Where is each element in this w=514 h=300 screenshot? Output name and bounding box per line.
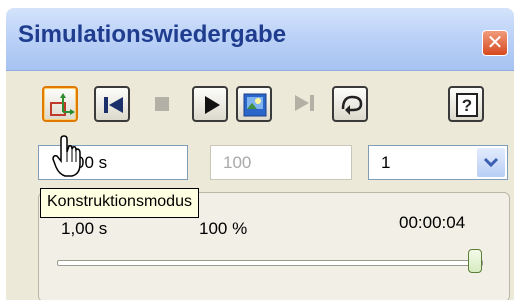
speed-select-value: 1 (381, 153, 391, 172)
play-icon (205, 96, 220, 114)
tooltip: Konstruktionsmodus (40, 188, 199, 218)
simulation-playback-window: Simulationswiedergabe ✕ ? 00 s 100 1 1,0… (6, 8, 514, 300)
timeline-track[interactable] (57, 260, 483, 266)
skip-back-icon (104, 97, 123, 113)
steps-field-value: 100 (223, 153, 252, 172)
record-video-button[interactable] (236, 86, 272, 122)
steps-field: 100 (210, 145, 352, 180)
timeline-slider-thumb[interactable] (468, 249, 482, 273)
help-icon: ? (456, 93, 478, 117)
help-button[interactable]: ? (448, 86, 484, 122)
elapsed-time: 1,00 s (61, 219, 108, 238)
speed-select[interactable]: 1 (368, 145, 508, 180)
rewind-to-start-button[interactable] (94, 86, 130, 122)
loop-icon (341, 95, 363, 115)
skip-to-end-button[interactable] (286, 86, 322, 122)
stop-button[interactable] (144, 86, 180, 122)
loop-button[interactable] (332, 86, 368, 122)
video-icon (243, 93, 267, 117)
construction-mode-button[interactable] (42, 86, 78, 122)
skip-forward-icon (295, 95, 314, 111)
title-bar[interactable]: Simulationswiedergabe ✕ (6, 8, 514, 71)
svg-text:?: ? (462, 96, 472, 115)
hand-cursor-icon (52, 135, 81, 177)
window-title: Simulationswiedergabe (18, 21, 287, 48)
close-button[interactable]: ✕ (482, 30, 508, 56)
close-icon: ✕ (486, 30, 504, 54)
dropdown-arrow[interactable] (477, 148, 505, 177)
progress-percent: 100 % (199, 219, 248, 238)
play-button[interactable] (192, 86, 228, 122)
clock-readout: 00:00:04 (399, 213, 466, 232)
construction-mode-icon (50, 93, 75, 116)
chevron-down-icon (483, 157, 499, 168)
stop-icon (155, 97, 169, 111)
